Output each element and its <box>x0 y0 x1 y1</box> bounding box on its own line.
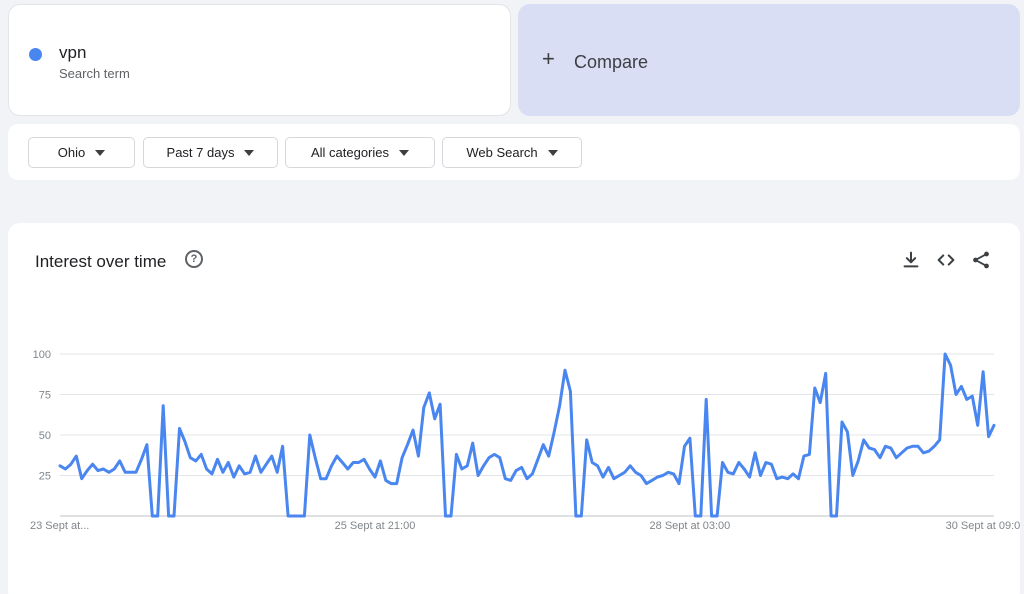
category-dropdown[interactable]: All categories <box>285 137 435 168</box>
embed-icon[interactable] <box>935 249 957 271</box>
x-tick-label: 28 Sept at 03:00 <box>650 520 731 532</box>
search-term-card[interactable]: vpn Search term <box>8 4 511 116</box>
search-term-subtitle: Search term <box>59 66 130 81</box>
y-tick-label: 75 <box>39 390 51 402</box>
chevron-down-icon <box>399 149 410 156</box>
compare-label: Compare <box>574 52 649 72</box>
chart-title: Interest over time <box>35 252 167 271</box>
search-property-dropdown[interactable]: Web Search <box>442 137 582 168</box>
time-range-dropdown-label: Past 7 days <box>166 145 235 160</box>
region-dropdown-label: Ohio <box>57 145 86 160</box>
series-color-dot <box>29 48 42 61</box>
search-property-dropdown-label: Web Search <box>466 145 538 160</box>
share-icon[interactable] <box>970 249 992 271</box>
interest-over-time-card: 25 50 75 100 23 Sept at... 25 Sept at 21:00 28… <box>8 223 1020 594</box>
chevron-down-icon <box>95 149 106 156</box>
y-tick-label: 25 <box>39 471 51 483</box>
y-tick-label: 100 <box>33 349 51 361</box>
chevron-down-icon <box>547 149 558 156</box>
x-tick-label: 30 Sept at 09:00 <box>946 520 1020 532</box>
x-tick-label: 23 Sept at... <box>30 520 89 532</box>
compare-button[interactable]: + Compare <box>518 4 1020 116</box>
region-dropdown[interactable]: Ohio <box>28 137 135 168</box>
filter-bar: Ohio Past 7 days All categories Web Sear… <box>8 124 1020 180</box>
chevron-down-icon <box>244 149 255 156</box>
download-icon[interactable] <box>900 249 922 271</box>
interest-over-time-chart: 25 50 75 100 23 Sept at... 25 Sept at 21:00 28… <box>30 349 1020 532</box>
y-tick-label: 50 <box>39 430 51 442</box>
help-icon[interactable]: ? <box>185 250 203 268</box>
plus-icon: + <box>542 46 555 71</box>
search-term-name[interactable]: vpn <box>59 43 86 63</box>
time-range-dropdown[interactable]: Past 7 days <box>143 137 278 168</box>
x-tick-label: 25 Sept at 21:00 <box>335 520 416 532</box>
category-dropdown-label: All categories <box>310 145 390 160</box>
